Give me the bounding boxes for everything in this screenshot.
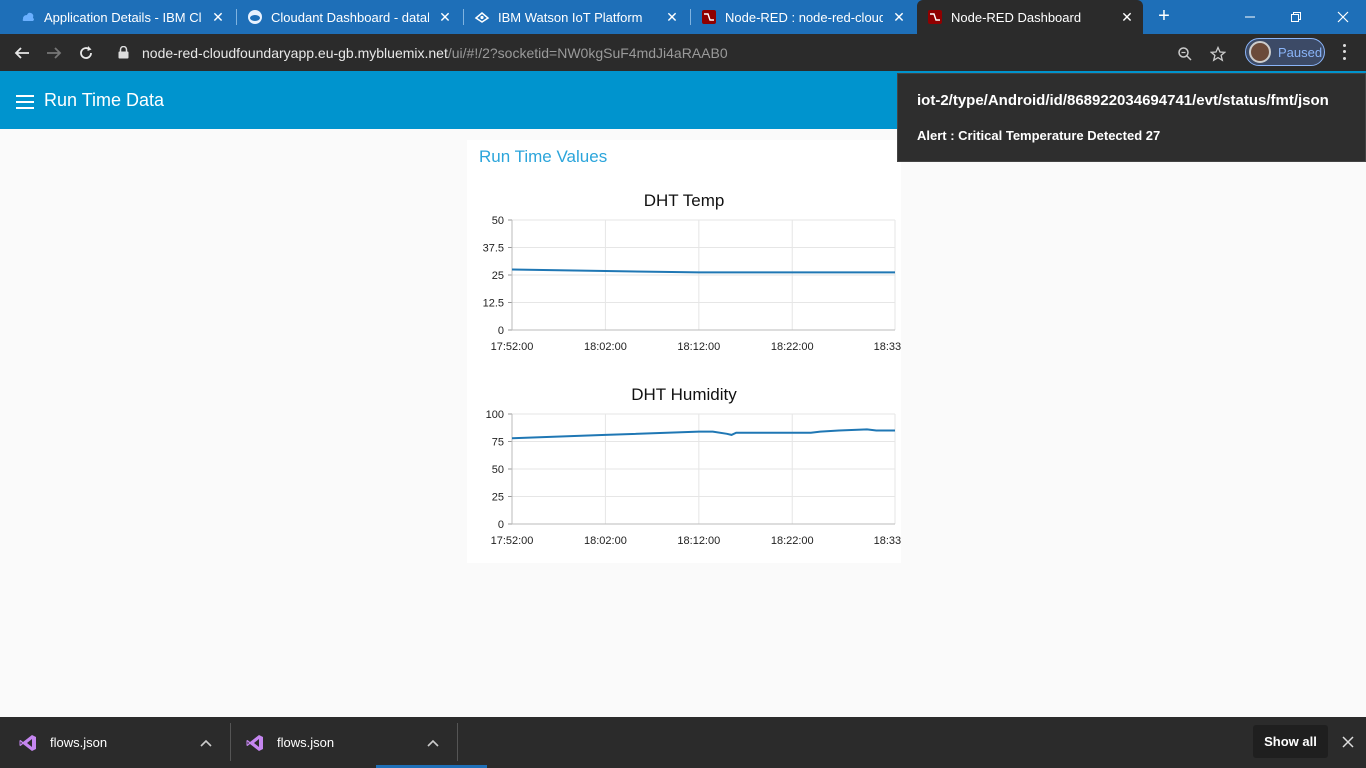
close-window-icon[interactable]: [1320, 0, 1366, 34]
url-text: node-red-cloudfoundaryapp.eu-gb.mybluemi…: [142, 45, 728, 61]
notification-toast[interactable]: iot-2/type/Android/id/868922034694741/ev…: [897, 73, 1366, 162]
y-tick-label: 0: [498, 519, 504, 531]
tab-node-red-editor[interactable]: Node-RED : node-red-cloudfoundary ✕: [691, 0, 915, 34]
y-tick-label: 50: [492, 464, 504, 476]
bookmark-star-icon[interactable]: [1209, 45, 1227, 63]
downloads-bar: flows.json flows.json Show all: [0, 717, 1366, 768]
page-title: Run Time Data: [44, 90, 165, 110]
tab-cloudant[interactable]: Cloudant Dashboard - database ✕: [237, 0, 461, 34]
close-icon[interactable]: [1340, 734, 1356, 750]
notification-topic: iot-2/type/Android/id/868922034694741/ev…: [917, 92, 1329, 109]
lock-icon: [118, 46, 132, 59]
x-tick-label: 18:22:00: [771, 341, 814, 353]
temperature-chart-svg: 50 37.5 25 12.5 0 17:52:00 18:02:00 18:12:00 18:…: [483, 215, 901, 353]
x-tick-label: 17:52:00: [491, 535, 534, 547]
notification-message: Alert : Critical Temperature Detected 27: [917, 128, 1161, 143]
download-filename: flows.json: [277, 735, 335, 750]
download-filename: flows.json: [50, 735, 108, 750]
back-icon[interactable]: [10, 41, 34, 65]
y-tick-label: 75: [492, 437, 504, 449]
tab-title: IBM Watson IoT Platform: [498, 9, 643, 25]
tab-title: Node-RED : node-red-cloudfoundary: [725, 9, 883, 25]
chevron-up-icon[interactable]: [198, 739, 214, 747]
chevron-up-icon[interactable]: [425, 739, 441, 747]
browser-toolbar: node-red-cloudfoundaryapp.eu-gb.mybluemi…: [0, 34, 1366, 71]
x-tick-label: 18:33:00: [874, 341, 901, 353]
profile-status: Paused: [1278, 44, 1323, 60]
tab-title: Node-RED Dashboard: [951, 9, 1082, 25]
divider: [457, 723, 458, 761]
x-tick-label: 18:12:00: [677, 341, 720, 353]
x-tick-label: 18:12:00: [677, 535, 720, 547]
tab-node-red-dashboard[interactable]: Node-RED Dashboard ✕: [917, 0, 1143, 34]
download-item[interactable]: flows.json: [227, 717, 457, 768]
series-line: [511, 268, 895, 274]
profile-button[interactable]: Paused: [1245, 38, 1325, 66]
tab-ibm-cloud[interactable]: Application Details - IBM Cloud ✕: [10, 0, 234, 34]
humidity-chart: DHT Humidity 100 75 50 25 0 17:52:00 18:02:00 1…: [467, 382, 901, 562]
menu-icon[interactable]: [16, 95, 34, 109]
restore-icon[interactable]: [1273, 0, 1319, 34]
close-tab-icon[interactable]: ✕: [1119, 9, 1135, 25]
close-tab-icon[interactable]: ✕: [891, 9, 907, 25]
group-card: Run Time Values DHT Temp 50 37.5 25 12.5 0 17…: [467, 140, 901, 563]
zoom-icon[interactable]: [1176, 45, 1194, 63]
tab-title: Cloudant Dashboard - database: [271, 9, 429, 25]
reload-icon[interactable]: [74, 41, 98, 65]
ibm-cloud-icon: [20, 9, 36, 25]
minimize-icon[interactable]: [1227, 0, 1273, 34]
group-title: Run Time Values: [479, 147, 608, 166]
avatar: [1249, 41, 1271, 63]
new-tab-button[interactable]: +: [1152, 5, 1176, 29]
address-bar[interactable]: node-red-cloudfoundaryapp.eu-gb.mybluemi…: [110, 38, 1240, 67]
close-tab-icon[interactable]: ✕: [664, 9, 680, 25]
close-tab-icon[interactable]: ✕: [210, 9, 226, 25]
watson-iot-icon: [474, 9, 490, 25]
x-tick-label: 17:52:00: [491, 341, 534, 353]
y-tick-label: 25: [492, 492, 504, 504]
series-line: [511, 428, 895, 440]
y-tick-label: 0: [498, 325, 504, 337]
forward-icon[interactable]: [42, 41, 66, 65]
download-item[interactable]: flows.json: [0, 717, 230, 768]
browser-menu-icon[interactable]: [1336, 42, 1352, 62]
node-red-icon: [701, 9, 717, 25]
y-tick-label: 50: [492, 215, 504, 227]
x-tick-label: 18:33:00: [874, 535, 901, 547]
humidity-chart-svg: 100 75 50 25 0 17:52:00 18:02:00 18:12:00 18:22:…: [486, 409, 901, 547]
url-path: /ui/#!/2?socketid=NW0kgSuF4mdJi4aRAAB0: [447, 44, 728, 61]
node-red-icon: [927, 9, 943, 25]
cloudant-icon: [247, 9, 263, 25]
tab-watson-iot[interactable]: IBM Watson IoT Platform ✕: [464, 0, 688, 34]
y-tick-label: 12.5: [483, 298, 504, 310]
temperature-chart: DHT Temp 50 37.5 25 12.5 0 17:52:00 18:02:00 18…: [467, 188, 901, 368]
show-all-button[interactable]: Show all: [1253, 725, 1328, 758]
x-tick-label: 18:02:00: [584, 341, 627, 353]
close-tab-icon[interactable]: ✕: [437, 9, 453, 25]
y-tick-label: 37.5: [483, 243, 504, 255]
url-host: node-red-cloudfoundaryapp.eu-gb.mybluemi…: [142, 44, 448, 61]
visual-studio-icon: [245, 733, 265, 753]
x-tick-label: 18:02:00: [584, 535, 627, 547]
y-tick-label: 25: [492, 270, 504, 282]
browser-tab-bar: Application Details - IBM Cloud ✕ Clouda…: [0, 0, 1366, 34]
x-tick-label: 18:22:00: [771, 535, 814, 547]
tab-title: Application Details - IBM Cloud: [44, 9, 202, 25]
y-tick-label: 100: [486, 409, 504, 421]
visual-studio-icon: [18, 733, 38, 753]
